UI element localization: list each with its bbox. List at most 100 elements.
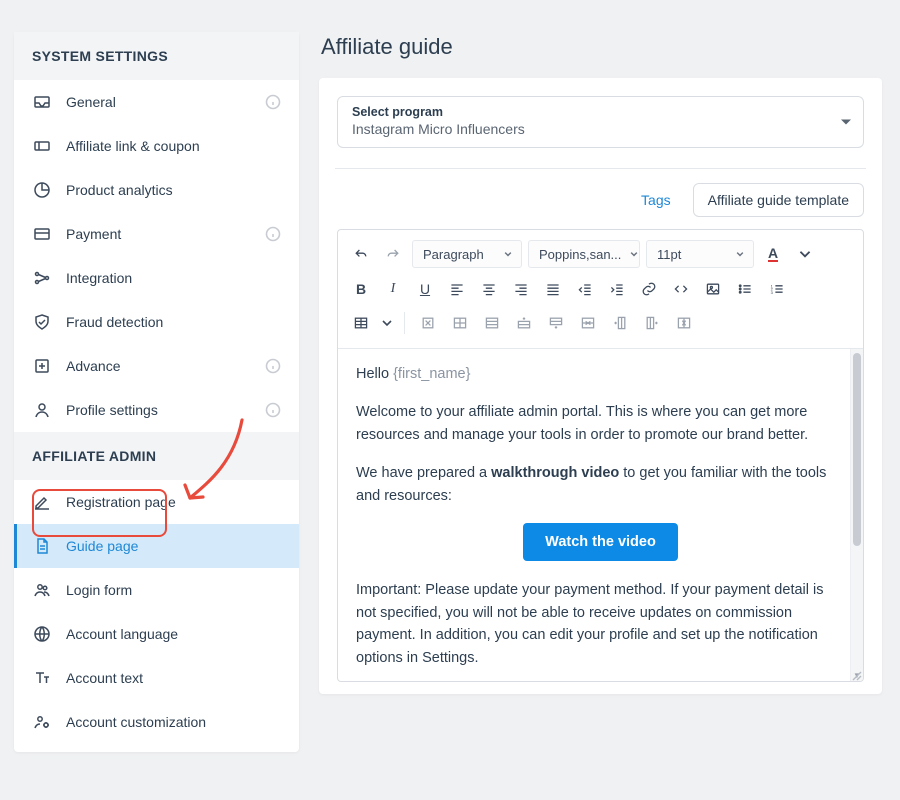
sidebar-item-label: Account language [66,626,178,642]
sidebar-item-registration-page[interactable]: Registration page [14,480,299,524]
sidebar-item-account-language[interactable]: Account language [14,612,299,656]
align-justify-button[interactable] [540,276,566,302]
chevron-down-icon [503,249,513,259]
sidebar-item-label: Account customization [66,714,206,730]
number-list-button[interactable]: 123 [764,276,790,302]
editor-top-actions: Tags Affiliate guide template [337,183,864,217]
font-family-select[interactable]: Poppins,san... [528,240,640,268]
svg-text:3: 3 [771,290,774,295]
inbox-icon [32,92,52,112]
separator [404,312,405,334]
chevron-down-icon [735,249,745,259]
page-title: Affiliate guide [321,34,882,60]
sidebar-section-header: SYSTEM SETTINGS [14,32,299,80]
user-gear-icon [32,712,52,732]
sidebar-item-label: Account text [66,670,143,686]
table-cell-props-button[interactable] [447,310,473,336]
sidebar-item-label: Payment [66,226,121,242]
indent-button[interactable] [604,276,630,302]
scrollbar-thumb[interactable] [853,353,861,546]
sidebar-item-payment[interactable]: Payment [14,212,299,256]
align-left-button[interactable] [444,276,470,302]
type-icon [32,668,52,688]
underline-button[interactable]: U [412,276,438,302]
info-icon [265,226,281,242]
card-icon [32,224,52,244]
sidebar: SYSTEM SETTINGS General Affiliate link & c… [14,32,299,752]
bold-button[interactable]: B [348,276,374,302]
edit-icon [32,492,52,512]
scrollbar[interactable]: ▼ [850,349,863,681]
link-button[interactable] [636,276,662,302]
resize-grip-icon[interactable] [850,669,862,681]
text-color-more[interactable] [792,241,818,267]
table-insert-col-after-button[interactable] [639,310,665,336]
sidebar-item-profile-settings[interactable]: Profile settings [14,388,299,432]
bullet-list-button[interactable] [732,276,758,302]
globe-icon [32,624,52,644]
sidebar-item-label: Integration [66,270,132,286]
table-insert-col-before-button[interactable] [607,310,633,336]
sidebar-item-account-text[interactable]: Account text [14,656,299,700]
sidebar-item-advance[interactable]: Advance [14,344,299,388]
sidebar-item-label: Product analytics [66,182,173,198]
table-insert-row-after-button[interactable] [543,310,569,336]
sidebar-item-fraud-detection[interactable]: Fraud detection [14,300,299,344]
table-more[interactable] [380,310,394,336]
sidebar-item-label: General [66,94,116,110]
rich-text-editor: Paragraph Poppins,san... 11pt A B I U [337,229,864,682]
plus-box-icon [32,356,52,376]
editor-toolbar: Paragraph Poppins,san... 11pt A B I U [338,230,863,349]
editor-body[interactable]: Hello {first_name} Welcome to your affil… [338,349,863,681]
program-select-value: Instagram Micro Influencers [352,121,849,137]
align-center-button[interactable] [476,276,502,302]
tags-link[interactable]: Tags [641,192,671,208]
program-select[interactable]: Select program Instagram Micro Influence… [337,96,864,148]
editor-card: Select program Instagram Micro Influence… [319,78,882,694]
font-size-select[interactable]: 11pt [646,240,754,268]
outdent-button[interactable] [572,276,598,302]
sidebar-item-label: Login form [66,582,132,598]
table-delete-button[interactable] [415,310,441,336]
sidebar-item-label: Registration page [66,494,176,510]
sidebar-item-label: Advance [66,358,120,374]
sidebar-item-general[interactable]: General [14,80,299,124]
sidebar-item-label: Guide page [66,538,138,554]
program-select-label: Select program [352,105,849,119]
watch-video-button[interactable]: Watch the video [523,523,678,561]
italic-button[interactable]: I [380,276,406,302]
chevron-down-icon [629,249,639,259]
editor-body-wrap: Hello {first_name} Welcome to your affil… [338,349,863,681]
sidebar-item-account-customization[interactable]: Account customization [14,700,299,744]
sidebar-section-header: AFFILIATE ADMIN [14,432,299,480]
undo-button[interactable] [348,241,374,267]
align-right-button[interactable] [508,276,534,302]
chart-icon [32,180,52,200]
table-delete-col-button[interactable] [671,310,697,336]
doc-icon [32,536,52,556]
code-button[interactable] [668,276,694,302]
merge-tag: {first_name} [393,366,470,382]
sidebar-item-label: Profile settings [66,402,158,418]
text-color-button[interactable]: A [760,241,786,267]
info-icon [265,94,281,110]
template-button[interactable]: Affiliate guide template [693,183,864,217]
sidebar-item-login-form[interactable]: Login form [14,568,299,612]
block-format-select[interactable]: Paragraph [412,240,522,268]
image-button[interactable] [700,276,726,302]
sidebar-item-product-analytics[interactable]: Product analytics [14,168,299,212]
ticket-icon [32,136,52,156]
table-insert-row-before-button[interactable] [511,310,537,336]
redo-button[interactable] [380,241,406,267]
sidebar-item-guide-page[interactable]: Guide page [14,524,299,568]
greeting-line: Hello {first_name} [356,363,845,385]
sidebar-item-label: Fraud detection [66,314,163,330]
users-icon [32,580,52,600]
table-button[interactable] [348,310,374,336]
sidebar-item-integration[interactable]: Integration [14,256,299,300]
divider [335,168,866,169]
table-delete-row-button[interactable] [575,310,601,336]
sidebar-item-affiliate-link-coupon[interactable]: Affiliate link & coupon [14,124,299,168]
table-row-props-button[interactable] [479,310,505,336]
prepared-para: We have prepared a walkthrough video to … [356,462,845,507]
